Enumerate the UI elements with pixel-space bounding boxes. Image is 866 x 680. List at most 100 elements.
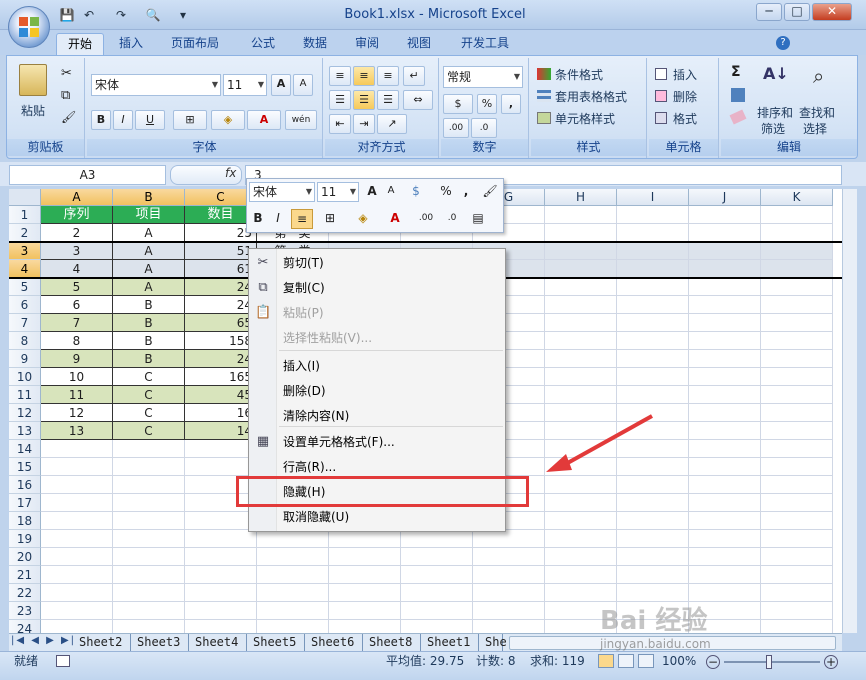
grow-font-button[interactable]: A — [271, 74, 291, 96]
cell[interactable] — [617, 386, 689, 404]
mini-percent-icon[interactable]: % — [437, 182, 455, 202]
cell[interactable]: 61 — [185, 260, 257, 278]
mini-currency-icon[interactable]: $ — [405, 182, 427, 202]
sheet-tab[interactable]: Sheet8 — [363, 634, 421, 652]
cell[interactable] — [617, 512, 689, 530]
cell[interactable] — [689, 386, 761, 404]
context-menu-item[interactable]: 设置单元格格式(F)... — [279, 430, 504, 454]
cell[interactable] — [761, 548, 833, 566]
cell[interactable]: 16 — [185, 404, 257, 422]
cell[interactable] — [617, 278, 689, 296]
cell[interactable] — [689, 440, 761, 458]
align-right-icon[interactable]: ☰ — [377, 90, 399, 110]
cell[interactable] — [761, 566, 833, 584]
cell[interactable] — [761, 314, 833, 332]
percent-button[interactable]: % — [477, 94, 497, 114]
cell[interactable] — [41, 530, 113, 548]
cell[interactable] — [185, 548, 257, 566]
cell[interactable] — [761, 458, 833, 476]
cell[interactable]: 51 — [185, 242, 257, 260]
copy-icon[interactable]: ⧉ — [61, 88, 70, 103]
cell[interactable] — [257, 620, 329, 633]
cell[interactable] — [113, 530, 185, 548]
sheet-tab[interactable]: Sheet3 — [131, 634, 189, 652]
sheet-tab[interactable]: Sheet6 — [305, 634, 363, 652]
cell[interactable] — [185, 566, 257, 584]
cell[interactable] — [185, 584, 257, 602]
office-button[interactable] — [8, 6, 50, 48]
cell[interactable] — [617, 566, 689, 584]
cell[interactable] — [401, 566, 473, 584]
cell[interactable] — [401, 584, 473, 602]
cell[interactable] — [617, 206, 689, 224]
mini-fill-icon[interactable]: ◈ — [349, 209, 377, 229]
cell[interactable] — [761, 530, 833, 548]
cell[interactable] — [185, 620, 257, 633]
select-all-corner[interactable] — [9, 189, 41, 206]
paste-button[interactable]: 粘贴 — [21, 102, 45, 119]
cell[interactable] — [689, 368, 761, 386]
cell[interactable] — [401, 602, 473, 620]
cell[interactable]: 5 — [41, 278, 113, 296]
cell[interactable] — [689, 512, 761, 530]
cell[interactable] — [761, 206, 833, 224]
customize-qat-icon[interactable]: ▾ — [174, 6, 192, 24]
orientation-icon[interactable]: ↗ — [377, 114, 407, 134]
cell[interactable]: B — [113, 350, 185, 368]
cell[interactable] — [113, 548, 185, 566]
maximize-button[interactable]: □ — [784, 3, 810, 21]
cell[interactable] — [617, 260, 689, 278]
cell[interactable] — [185, 602, 257, 620]
cell[interactable]: B — [113, 314, 185, 332]
cell[interactable] — [689, 206, 761, 224]
row-header[interactable]: 16 — [9, 476, 41, 494]
cell[interactable]: 24 — [185, 350, 257, 368]
cell[interactable]: B — [113, 296, 185, 314]
cell[interactable]: A — [113, 260, 185, 278]
fill-icon[interactable] — [731, 88, 745, 102]
sheet-navigation-arrows[interactable]: |◀ ◀ ▶ ▶| — [11, 635, 76, 646]
cell[interactable] — [185, 512, 257, 530]
minimize-button[interactable]: ─ — [756, 3, 782, 21]
row-header[interactable]: 8 — [9, 332, 41, 350]
macro-record-icon[interactable] — [56, 655, 70, 667]
increase-decimal-button[interactable]: .00 — [443, 118, 469, 138]
autosum-icon[interactable]: Σ — [731, 64, 741, 80]
cell[interactable]: 6 — [41, 296, 113, 314]
cell[interactable] — [329, 620, 401, 633]
cell[interactable] — [689, 566, 761, 584]
column-header-h[interactable]: H — [545, 189, 617, 206]
cell[interactable] — [689, 530, 761, 548]
row-header[interactable]: 13 — [9, 422, 41, 440]
save-icon[interactable]: 💾 — [58, 6, 76, 24]
row-header[interactable]: 24 — [9, 620, 41, 633]
align-middle-icon[interactable]: ≡ — [353, 66, 375, 86]
context-menu-item[interactable]: 删除(D) — [279, 379, 504, 403]
cell[interactable] — [401, 620, 473, 633]
decrease-decimal-button[interactable]: .0 — [471, 118, 497, 138]
cell[interactable] — [545, 224, 617, 242]
cell[interactable] — [761, 224, 833, 242]
row-header[interactable]: 15 — [9, 458, 41, 476]
cell[interactable]: 24 — [185, 296, 257, 314]
cell[interactable] — [761, 278, 833, 296]
cell[interactable] — [761, 404, 833, 422]
row-header[interactable]: 2 — [9, 224, 41, 242]
row-header[interactable]: 4 — [9, 260, 41, 278]
cell[interactable] — [689, 332, 761, 350]
cell[interactable] — [113, 584, 185, 602]
cell[interactable] — [617, 296, 689, 314]
cell[interactable] — [473, 548, 545, 566]
cell[interactable]: 10 — [41, 368, 113, 386]
context-menu-item[interactable]: 剪切(T) — [279, 251, 504, 275]
cell[interactable] — [113, 440, 185, 458]
cell[interactable]: 12 — [41, 404, 113, 422]
paste-icon[interactable] — [19, 64, 47, 96]
row-header[interactable]: 23 — [9, 602, 41, 620]
cell[interactable]: 158 — [185, 332, 257, 350]
cell[interactable]: 2 — [41, 224, 113, 242]
mini-italic-icon[interactable]: I — [269, 209, 287, 229]
cell[interactable] — [761, 422, 833, 440]
row-header[interactable]: 18 — [9, 512, 41, 530]
column-header-a[interactable]: A — [41, 189, 113, 206]
